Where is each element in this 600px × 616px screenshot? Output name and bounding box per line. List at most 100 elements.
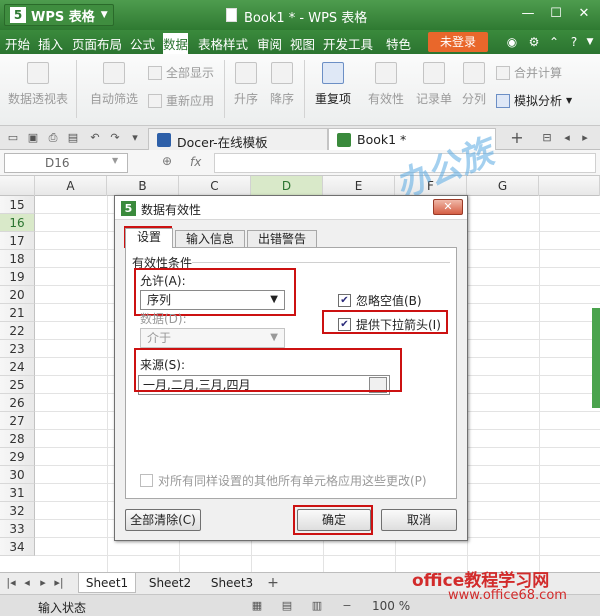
tab-next-icon[interactable]: ▸ — [578, 131, 592, 145]
normal-view-icon[interactable]: ▦ — [250, 599, 264, 613]
ignore-blank-checkbox[interactable]: ✔ 忽略空值(B) — [338, 292, 422, 309]
row-header[interactable]: 34 — [0, 538, 35, 556]
row-header[interactable]: 15 — [0, 196, 35, 214]
page-break-view-icon[interactable]: ▤ — [280, 599, 294, 613]
record-form-button[interactable]: 记录单 — [412, 62, 456, 107]
name-box[interactable]: D16 — [4, 153, 128, 173]
row-header[interactable]: 29 — [0, 448, 35, 466]
tab-settings[interactable]: 设置 — [125, 228, 173, 248]
column-header[interactable]: C — [179, 176, 251, 196]
side-panel-handle[interactable] — [592, 308, 600, 408]
new-tab-icon[interactable]: + — [510, 130, 524, 146]
sort-ascending-button[interactable]: 升序 — [230, 62, 262, 107]
row-header[interactable]: 17 — [0, 232, 35, 250]
last-sheet-icon[interactable]: ▸| — [52, 576, 66, 590]
ok-button[interactable]: 确定 — [297, 509, 371, 531]
menu-formula[interactable]: 公式 — [130, 34, 155, 53]
split-columns-button[interactable]: 分列 — [458, 62, 490, 107]
row-header[interactable]: 20 — [0, 286, 35, 304]
row-header[interactable]: 30 — [0, 466, 35, 484]
column-header[interactable]: G — [467, 176, 539, 196]
dialog-close-button[interactable]: ✕ — [433, 199, 463, 215]
select-all-corner[interactable] — [0, 176, 35, 196]
zoom-level[interactable]: 100 % — [372, 599, 410, 613]
menu-insert[interactable]: 插入 — [38, 34, 63, 53]
first-sheet-icon[interactable]: |◂ — [4, 576, 18, 590]
show-all-button[interactable]: 全部显示 — [148, 64, 214, 81]
row-header[interactable]: 21 — [0, 304, 35, 322]
row-header[interactable]: 23 — [0, 340, 35, 358]
menu-view[interactable]: 视图 — [290, 34, 315, 53]
column-header[interactable] — [539, 176, 600, 196]
collapse-ribbon-icon[interactable]: ⌃ — [546, 34, 562, 50]
row-header[interactable]: 26 — [0, 394, 35, 412]
cancel-button[interactable]: 取消 — [381, 509, 457, 531]
row-header[interactable]: 25 — [0, 376, 35, 394]
menu-review[interactable]: 审阅 — [257, 34, 282, 53]
column-header[interactable]: B — [107, 176, 179, 196]
row-header[interactable]: 27 — [0, 412, 35, 430]
help-icon[interactable]: ? — [566, 34, 582, 50]
menu-developer[interactable]: 开发工具 — [323, 34, 373, 53]
column-header[interactable]: E — [323, 176, 395, 196]
page-layout-view-icon[interactable]: ▥ — [310, 599, 324, 613]
prev-sheet-icon[interactable]: ◂ — [20, 576, 34, 590]
zoom-search-icon[interactable]: ⊕ — [162, 154, 172, 168]
merge-calc-button[interactable]: 合并计算 — [496, 64, 562, 81]
chevron-down-icon[interactable]: ▼ — [112, 156, 118, 165]
source-input[interactable]: 一月,二月,三月,四月 — [138, 375, 390, 395]
row-header[interactable]: 19 — [0, 268, 35, 286]
insert-function-icon[interactable]: fx — [190, 155, 201, 169]
close-button[interactable]: ✕ — [572, 4, 596, 24]
row-header[interactable]: 18 — [0, 250, 35, 268]
tab-docer-templates[interactable]: Docer-在线模板 — [148, 128, 328, 150]
tab-prev-icon[interactable]: ◂ — [560, 131, 574, 145]
sheet-tab-1[interactable]: Sheet1 — [78, 573, 136, 593]
column-header[interactable]: A — [35, 176, 107, 196]
provide-dropdown-checkbox[interactable]: ✔ 提供下拉箭头(I) — [338, 316, 441, 333]
sheet-tab-2[interactable]: Sheet2 — [142, 573, 198, 593]
maximize-button[interactable]: ☐ — [544, 4, 568, 24]
zoom-out-icon[interactable]: − — [340, 599, 354, 613]
sort-descending-button[interactable]: 降序 — [266, 62, 298, 107]
duplicates-button[interactable]: 重复项 — [310, 62, 356, 107]
next-sheet-icon[interactable]: ▸ — [36, 576, 50, 590]
apply-all-checkbox[interactable]: 对所有同样设置的其他所有单元格应用这些更改(P) — [140, 472, 427, 489]
minimize-button[interactable]: — — [516, 4, 540, 24]
print-preview-icon[interactable]: ▤ — [66, 131, 80, 145]
allow-select[interactable]: 序列 ▼ — [140, 290, 285, 310]
tab-input-message[interactable]: 输入信息 — [175, 230, 245, 248]
row-header[interactable]: 24 — [0, 358, 35, 376]
what-if-analysis-button[interactable]: 模拟分析 ▼ — [496, 92, 572, 109]
new-file-icon[interactable]: ▭ — [6, 131, 20, 145]
undo-icon[interactable]: ↶ — [88, 131, 102, 145]
column-header[interactable]: D — [251, 176, 323, 196]
menu-table-style[interactable]: 表格样式 — [198, 34, 248, 53]
chevron-down-icon[interactable]: ▼ — [582, 34, 598, 50]
app-menu-button[interactable]: 5 WPS 表格 ▼ — [4, 4, 114, 26]
settings-icon[interactable]: ⚙ — [526, 34, 542, 50]
menu-page-layout[interactable]: 页面布局 — [72, 34, 122, 53]
login-button[interactable]: 未登录 — [428, 32, 488, 52]
row-header[interactable]: 22 — [0, 322, 35, 340]
add-sheet-icon[interactable]: + — [266, 576, 280, 590]
pivot-table-button[interactable]: 数据透视表 — [6, 62, 70, 107]
tab-list-icon[interactable]: ⊟ — [540, 131, 554, 145]
validity-button[interactable]: 有效性 — [364, 62, 408, 107]
save-icon[interactable]: ▣ — [26, 131, 40, 145]
row-header[interactable]: 32 — [0, 502, 35, 520]
redo-icon[interactable]: ↷ — [108, 131, 122, 145]
row-header[interactable]: 33 — [0, 520, 35, 538]
row-header[interactable]: 16 — [0, 214, 35, 232]
menu-data[interactable]: 数据 — [163, 33, 189, 54]
autofilter-button[interactable]: 自动筛选 — [86, 62, 142, 107]
reapply-button[interactable]: 重新应用 — [148, 92, 214, 109]
clear-all-button[interactable]: 全部清除(C) — [125, 509, 201, 531]
skin-icon[interactable]: ◉ — [504, 34, 520, 50]
menu-special[interactable]: 特色 — [386, 34, 411, 53]
tab-error-alert[interactable]: 出错警告 — [247, 230, 317, 248]
menu-home[interactable]: 开始 — [5, 34, 30, 53]
range-select-icon[interactable] — [369, 377, 387, 393]
row-header[interactable]: 31 — [0, 484, 35, 502]
print-icon[interactable]: ⎙ — [46, 131, 60, 145]
